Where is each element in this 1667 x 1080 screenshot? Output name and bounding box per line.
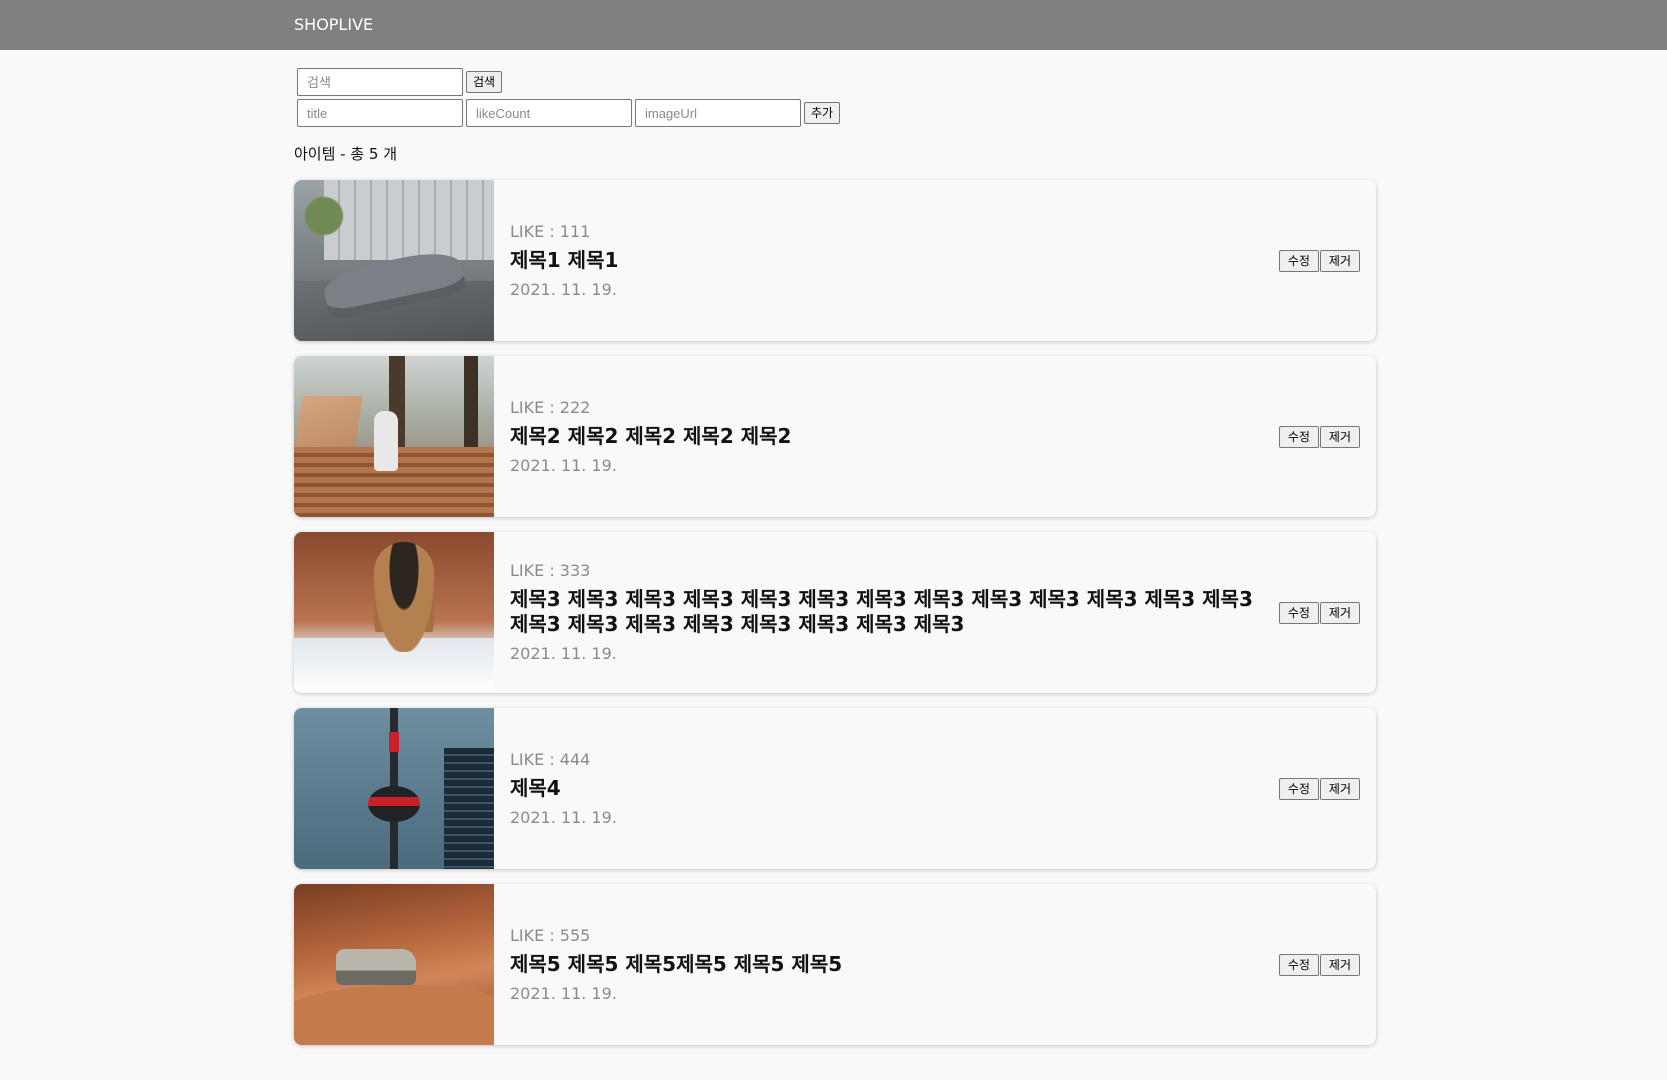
item-title: 제목3 제목3 제목3 제목3 제목3 제목3 제목3 제목3 제목3 제목3 … (510, 587, 1253, 636)
item-date: 2021. 11. 19. (510, 279, 617, 299)
item-info: LIKE : 111 제목1 제목1 2021. 11. 19. (494, 221, 1279, 301)
edit-button[interactable]: 수정 (1278, 777, 1319, 800)
item-info: LIKE : 333 제목3 제목3 제목3 제목3 제목3 제목3 제목3 제… (494, 560, 1279, 665)
title-input[interactable] (297, 99, 463, 127)
search-button[interactable]: 검색 (466, 71, 503, 93)
item-card: LIKE : 222 제목2 제목2 제목2 제목2 제목2 2021. 11.… (294, 356, 1376, 517)
item-thumbnail-car (294, 180, 494, 341)
item-card: LIKE : 444 제목4 2021. 11. 19. 수정 제거 (294, 708, 1376, 869)
add-button[interactable]: 추가 (804, 102, 841, 124)
item-title: 제목4 (510, 775, 561, 800)
remove-button[interactable]: 제거 (1319, 249, 1360, 272)
item-date: 2021. 11. 19. (510, 455, 617, 475)
item-date: 2021. 11. 19. (510, 807, 617, 827)
remove-button[interactable]: 제거 (1319, 601, 1360, 624)
main-content: 검색 추가 아이템 - 총 5 개 LIKE : 111 제목1 제목1 202… (294, 50, 1376, 1060)
item-thumbnail-bike (294, 356, 494, 517)
item-like-count: LIKE : 333 (510, 561, 591, 580)
search-input[interactable] (297, 68, 463, 96)
imageurl-input[interactable] (635, 99, 801, 127)
item-thumbnail-dog (294, 532, 494, 693)
item-card: LIKE : 555 제목5 제목5 제목5제목5 제목5 제목5 2021. … (294, 884, 1376, 1045)
top-navbar: SHOPLIVE (0, 0, 1667, 50)
item-actions: 수정 제거 (1278, 601, 1376, 624)
search-form: 검색 (294, 68, 1376, 96)
remove-button[interactable]: 제거 (1319, 777, 1360, 800)
item-info: LIKE : 222 제목2 제목2 제목2 제목2 제목2 2021. 11.… (494, 397, 1279, 477)
remove-button[interactable]: 제거 (1319, 953, 1360, 976)
item-like-count: LIKE : 111 (510, 221, 591, 241)
item-date: 2021. 11. 19. (510, 983, 617, 1003)
item-title: 제목5 제목5 제목5제목5 제목5 제목5 (510, 951, 843, 976)
item-actions: 수정 제거 (1278, 249, 1376, 272)
item-list: LIKE : 111 제목1 제목1 2021. 11. 19. 수정 제거 L… (294, 180, 1376, 1045)
item-like-count: LIKE : 444 (510, 749, 591, 769)
item-card: LIKE : 111 제목1 제목1 2021. 11. 19. 수정 제거 (294, 180, 1376, 341)
item-info: LIKE : 444 제목4 2021. 11. 19. (494, 749, 1279, 829)
edit-button[interactable]: 수정 (1278, 425, 1319, 448)
brand-logo-text[interactable]: SHOPLIVE (294, 15, 373, 35)
edit-button[interactable]: 수정 (1278, 601, 1319, 624)
item-thumbnail-desert-car (294, 884, 494, 1045)
item-title: 제목1 제목1 (510, 247, 619, 272)
likecount-input[interactable] (466, 99, 632, 127)
edit-button[interactable]: 수정 (1278, 953, 1319, 976)
item-info: LIKE : 555 제목5 제목5 제목5제목5 제목5 제목5 2021. … (494, 925, 1279, 1005)
item-actions: 수정 제거 (1278, 425, 1376, 448)
item-actions: 수정 제거 (1278, 777, 1376, 800)
item-thumbnail-tower (294, 708, 494, 869)
item-like-count: LIKE : 555 (510, 925, 591, 945)
item-card: LIKE : 333 제목3 제목3 제목3 제목3 제목3 제목3 제목3 제… (294, 532, 1376, 693)
item-title: 제목2 제목2 제목2 제목2 제목2 (510, 423, 792, 448)
remove-button[interactable]: 제거 (1319, 425, 1360, 448)
item-actions: 수정 제거 (1278, 953, 1376, 976)
edit-button[interactable]: 수정 (1278, 249, 1319, 272)
add-item-form: 추가 (294, 99, 1376, 127)
item-count-label: 아이템 - 총 5 개 (294, 145, 398, 163)
item-like-count: LIKE : 222 (510, 397, 591, 417)
item-date: 2021. 11. 19. (510, 644, 617, 663)
